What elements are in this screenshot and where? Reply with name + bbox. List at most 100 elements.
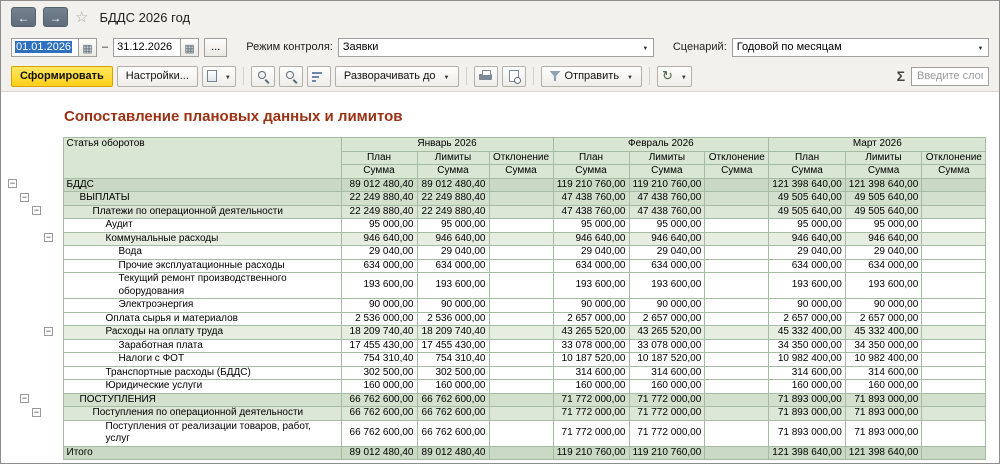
value-cell[interactable]: 2 536 000,00 [417, 312, 489, 326]
value-cell[interactable] [705, 232, 769, 246]
forward-button[interactable] [43, 7, 68, 27]
value-cell[interactable]: 47 438 760,00 [629, 205, 705, 219]
value-cell[interactable]: 314 600,00 [629, 366, 705, 380]
value-cell[interactable]: 90 000,00 [629, 299, 705, 313]
article-cell[interactable]: Оплата сырья и материалов [63, 312, 341, 326]
value-cell[interactable] [489, 393, 553, 407]
value-cell[interactable]: 2 536 000,00 [341, 312, 417, 326]
value-cell[interactable]: 17 455 430,00 [417, 339, 489, 353]
value-cell[interactable]: 314 600,00 [769, 366, 846, 380]
value-cell[interactable] [705, 299, 769, 313]
settings-button[interactable]: Настройки... [117, 66, 198, 87]
value-cell[interactable]: 160 000,00 [769, 380, 846, 394]
value-cell[interactable] [489, 312, 553, 326]
value-cell[interactable] [922, 312, 986, 326]
value-cell[interactable]: 90 000,00 [769, 299, 846, 313]
value-cell[interactable]: 95 000,00 [845, 219, 922, 233]
find-next-button[interactable] [279, 66, 303, 87]
value-cell[interactable]: 10 982 400,00 [769, 353, 846, 367]
value-cell[interactable] [922, 219, 986, 233]
value-cell[interactable]: 22 249 880,40 [341, 205, 417, 219]
value-cell[interactable]: 34 350 000,00 [769, 339, 846, 353]
value-cell[interactable]: 22 249 880,40 [417, 192, 489, 206]
article-cell[interactable]: Аудит [63, 219, 341, 233]
value-cell[interactable]: 71 893 000,00 [769, 407, 846, 421]
value-cell[interactable] [705, 393, 769, 407]
value-cell[interactable]: 314 600,00 [553, 366, 629, 380]
value-cell[interactable] [922, 232, 986, 246]
article-cell[interactable]: Поступления по операционной деятельности [63, 407, 341, 421]
value-cell[interactable] [705, 407, 769, 421]
sort-button[interactable] [307, 66, 331, 87]
value-cell[interactable]: 95 000,00 [629, 219, 705, 233]
value-cell[interactable] [705, 273, 769, 299]
value-cell[interactable]: 634 000,00 [341, 259, 417, 273]
value-cell[interactable] [489, 326, 553, 340]
value-cell[interactable] [705, 192, 769, 206]
value-cell[interactable] [922, 393, 986, 407]
value-cell[interactable]: 49 505 640,00 [769, 205, 846, 219]
value-cell[interactable] [705, 420, 769, 446]
value-cell[interactable]: 314 600,00 [845, 366, 922, 380]
value-cell[interactable]: 45 332 400,00 [845, 326, 922, 340]
value-cell[interactable]: 121 398 640,00 [769, 178, 846, 192]
value-cell[interactable]: 95 000,00 [553, 219, 629, 233]
value-cell[interactable] [489, 446, 553, 460]
value-cell[interactable] [705, 178, 769, 192]
value-cell[interactable] [489, 299, 553, 313]
value-cell[interactable]: 71 772 000,00 [553, 393, 629, 407]
value-cell[interactable]: 946 640,00 [769, 232, 846, 246]
value-cell[interactable]: 71 893 000,00 [769, 393, 846, 407]
article-cell[interactable]: Итого [63, 446, 341, 460]
value-cell[interactable]: 754 310,40 [417, 353, 489, 367]
value-cell[interactable]: 193 600,00 [769, 273, 846, 299]
value-cell[interactable]: 29 040,00 [629, 246, 705, 260]
date-to-calendar-button[interactable] [181, 38, 199, 57]
value-cell[interactable]: 193 600,00 [845, 273, 922, 299]
value-cell[interactable]: 43 265 520,00 [629, 326, 705, 340]
value-cell[interactable]: 45 332 400,00 [769, 326, 846, 340]
value-cell[interactable] [922, 326, 986, 340]
value-cell[interactable]: 17 455 430,00 [341, 339, 417, 353]
value-cell[interactable] [705, 446, 769, 460]
article-cell[interactable]: БДДС [63, 178, 341, 192]
article-cell[interactable]: Вода [63, 246, 341, 260]
value-cell[interactable] [922, 380, 986, 394]
value-cell[interactable]: 18 209 740,40 [417, 326, 489, 340]
scenario-combo[interactable]: Годовой по месяцам [732, 38, 989, 57]
value-cell[interactable]: 47 438 760,00 [629, 192, 705, 206]
value-cell[interactable] [489, 353, 553, 367]
value-cell[interactable] [489, 366, 553, 380]
article-cell[interactable]: Платежи по операционной деятельности [63, 205, 341, 219]
value-cell[interactable] [489, 407, 553, 421]
value-cell[interactable]: 946 640,00 [845, 232, 922, 246]
value-cell[interactable]: 29 040,00 [769, 246, 846, 260]
value-cell[interactable]: 193 600,00 [417, 273, 489, 299]
collapse-toggle-icon[interactable] [20, 193, 29, 202]
value-cell[interactable]: 89 012 480,40 [341, 178, 417, 192]
article-cell[interactable]: Коммунальные расходы [63, 232, 341, 246]
collapse-toggle-icon[interactable] [44, 233, 53, 242]
collapse-toggle-icon[interactable] [44, 327, 53, 336]
value-cell[interactable]: 946 640,00 [341, 232, 417, 246]
value-cell[interactable]: 193 600,00 [553, 273, 629, 299]
value-cell[interactable]: 95 000,00 [341, 219, 417, 233]
value-cell[interactable]: 95 000,00 [769, 219, 846, 233]
print-button[interactable] [474, 66, 498, 87]
value-cell[interactable]: 160 000,00 [553, 380, 629, 394]
search-button[interactable] [251, 66, 275, 87]
value-cell[interactable] [922, 407, 986, 421]
value-cell[interactable]: 634 000,00 [845, 259, 922, 273]
expand-to-button[interactable]: Разворачивать до [335, 66, 459, 87]
value-cell[interactable]: 66 762 600,00 [341, 420, 417, 446]
value-cell[interactable]: 71 893 000,00 [769, 420, 846, 446]
value-cell[interactable]: 29 040,00 [845, 246, 922, 260]
value-cell[interactable]: 2 657 000,00 [553, 312, 629, 326]
value-cell[interactable] [489, 420, 553, 446]
value-cell[interactable] [922, 178, 986, 192]
value-cell[interactable] [489, 205, 553, 219]
value-cell[interactable] [705, 246, 769, 260]
value-cell[interactable]: 66 762 600,00 [341, 407, 417, 421]
value-cell[interactable]: 193 600,00 [629, 273, 705, 299]
value-cell[interactable]: 160 000,00 [845, 380, 922, 394]
